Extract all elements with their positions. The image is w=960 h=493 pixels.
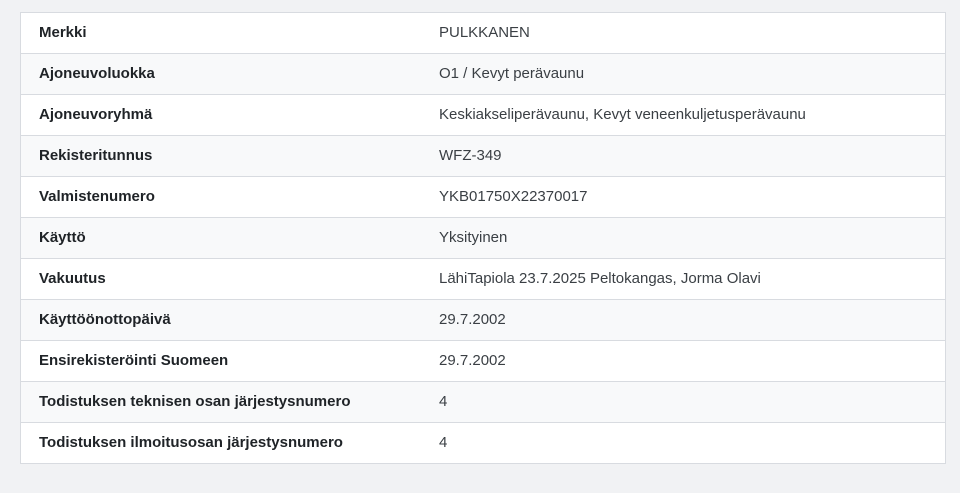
table-row: Vakuutus LähiTapiola 23.7.2025 Peltokang… <box>21 258 945 299</box>
row-value: Yksityinen <box>439 229 508 246</box>
row-value: WFZ-349 <box>439 147 502 164</box>
table-row: Valmistenumero YKB01750X22370017 <box>21 176 945 217</box>
row-value: 29.7.2002 <box>439 352 506 369</box>
row-value: YKB01750X22370017 <box>439 188 588 205</box>
table-row: Käyttöönottopäivä 29.7.2002 <box>21 299 945 340</box>
row-label: Ajoneuvoluokka <box>39 65 155 82</box>
row-label: Vakuutus <box>39 270 106 287</box>
vehicle-info-table: Merkki PULKKANEN Ajoneuvoluokka O1 / Kev… <box>20 12 946 464</box>
row-value: 29.7.2002 <box>439 311 506 328</box>
row-label: Käyttö <box>39 229 86 246</box>
table-row: Ajoneuvoluokka O1 / Kevyt perävaunu <box>21 53 945 94</box>
table-row: Merkki PULKKANEN <box>21 13 945 53</box>
row-value: Keskiakseliperävaunu, Kevyt veneenkuljet… <box>439 106 806 123</box>
row-value: 4 <box>439 434 448 451</box>
row-label: Todistuksen ilmoitusosan järjestysnumero <box>39 434 343 451</box>
row-label: Käyttöönottopäivä <box>39 311 171 328</box>
table-row: Todistuksen ilmoitusosan järjestysnumero… <box>21 422 945 463</box>
row-value: O1 / Kevyt perävaunu <box>439 65 585 82</box>
row-label: Merkki <box>39 24 87 41</box>
table-row: Todistuksen teknisen osan järjestysnumer… <box>21 381 945 422</box>
row-label: Rekisteritunnus <box>39 147 153 164</box>
table-row: Rekisteritunnus WFZ-349 <box>21 135 945 176</box>
table-row: Käyttö Yksityinen <box>21 217 945 258</box>
table-row: Ajoneuvoryhmä Keskiakseliperävaunu, Kevy… <box>21 94 945 135</box>
row-value: LähiTapiola 23.7.2025 Peltokangas, Jorma… <box>439 270 761 287</box>
row-label: Todistuksen teknisen osan järjestysnumer… <box>39 393 351 410</box>
table-row: Ensirekisteröinti Suomeen 29.7.2002 <box>21 340 945 381</box>
row-value: 4 <box>439 393 448 410</box>
row-label: Ajoneuvoryhmä <box>39 106 153 123</box>
row-label: Ensirekisteröinti Suomeen <box>39 352 229 369</box>
row-label: Valmistenumero <box>39 188 155 205</box>
row-value: PULKKANEN <box>439 24 530 41</box>
